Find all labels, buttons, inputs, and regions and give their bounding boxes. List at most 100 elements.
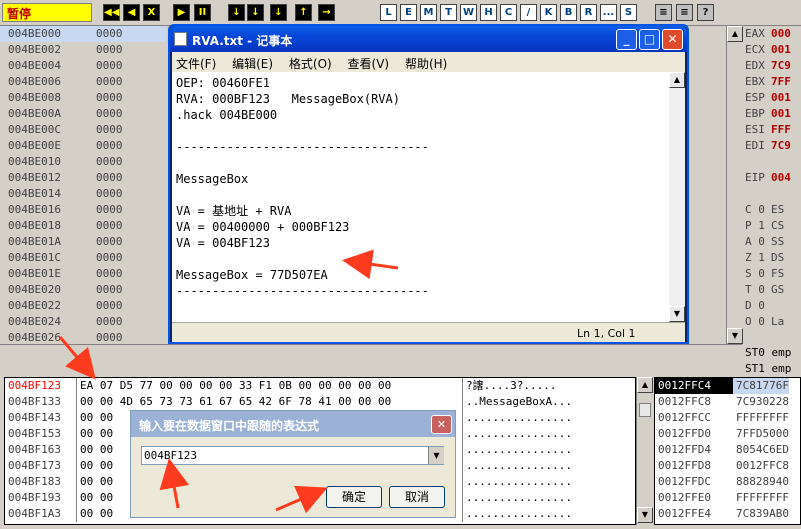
disasm-row[interactable]: 004BE00A 0000	[0, 106, 166, 122]
disasm-row[interactable]: 004BE01C 0000	[0, 250, 166, 266]
stack-row[interactable]: 0012FFC4 7C81776F	[655, 378, 800, 394]
toolbar-button[interactable]: ?	[697, 4, 714, 21]
disasm-row[interactable]: 004BE012 0000	[0, 170, 166, 186]
stack-row[interactable]: 0012FFC8 7C930228	[655, 394, 800, 410]
register-row[interactable]: Z 1 DS	[742, 250, 801, 266]
stack-row[interactable]: 0012FFDC 88828940	[655, 474, 800, 490]
toolbar-button[interactable]: L	[380, 4, 397, 21]
register-row[interactable]: ESP 001	[742, 90, 801, 106]
scroll-down-icon[interactable]: ▼	[669, 306, 685, 322]
stack-row[interactable]: 0012FFD0 7FFD5000	[655, 426, 800, 442]
expression-input[interactable]: 004BF123 ▼	[141, 446, 444, 465]
register-row[interactable]: ESI FFF	[742, 122, 801, 138]
toolbar-button[interactable]: X	[143, 4, 160, 21]
menu-view[interactable]: 查看(V)	[348, 57, 390, 71]
disasm-row[interactable]: 004BE006 0000	[0, 74, 166, 90]
register-row[interactable]: O 0 La	[742, 314, 801, 330]
disasm-row[interactable]: 004BE01A 0000	[0, 234, 166, 250]
toolbar-button[interactable]: →	[318, 4, 335, 21]
stack-row[interactable]: 0012FFE4 7C839AB0	[655, 506, 800, 522]
toolbar-button[interactable]: S	[620, 4, 637, 21]
disasm-row[interactable]: 004BE014 0000	[0, 186, 166, 202]
toolbar-button[interactable]: E	[400, 4, 417, 21]
register-row[interactable]: EBX 7FF	[742, 74, 801, 90]
menu-edit[interactable]: 编辑(E)	[232, 57, 273, 71]
stack-row[interactable]: 0012FFCC FFFFFFFF	[655, 410, 800, 426]
toolbar-button[interactable]: ↓	[228, 4, 245, 21]
register-row[interactable]: S 0 FS	[742, 266, 801, 282]
register-row[interactable]: C 0 ES	[742, 202, 801, 218]
register-row[interactable]: T 0 GS	[742, 282, 801, 298]
register-row[interactable]: ECX 001	[742, 42, 801, 58]
notepad-scrollbar[interactable]: ▲ ▼	[669, 72, 685, 322]
menu-format[interactable]: 格式(O)	[289, 57, 332, 71]
register-row[interactable]: P 1 CS	[742, 218, 801, 234]
stack-row[interactable]: 0012FFD8 0012FFC8	[655, 458, 800, 474]
disasm-row[interactable]: 004BE026 0000	[0, 330, 166, 344]
scroll-up-icon[interactable]: ▲	[637, 377, 653, 393]
toolbar-button[interactable]: ◀	[123, 4, 140, 21]
notepad-window[interactable]: RVA.txt - 记事本 _ □ ✕ 文件(F) 编辑(E) 格式(O) 查看…	[168, 24, 689, 344]
toolbar-button[interactable]: ↓	[247, 4, 264, 21]
register-row[interactable]: EDX 7C9	[742, 58, 801, 74]
register-row[interactable]: EAX 000	[742, 26, 801, 42]
register-pane[interactable]: EAX 000 ECX 001 EDX 7C9 EBX 7FF ESP 001 EBP 001 ESI F…	[742, 26, 801, 370]
disasm-row[interactable]: 004BE018 0000	[0, 218, 166, 234]
dump-row[interactable]: 004BF123 EA 07 D5 77 00 00 00 00 33 F1 0B…	[5, 378, 635, 394]
toolbar-button[interactable]: ↓	[270, 4, 287, 21]
toolbar-button[interactable]: ...	[600, 4, 617, 21]
scroll-down-icon[interactable]: ▼	[637, 507, 653, 523]
disasm-row[interactable]: 004BE002 0000	[0, 42, 166, 58]
toolbar-button[interactable]: ◀◀	[103, 4, 120, 21]
dump-scrollbar[interactable]: ▲ ▼	[636, 377, 653, 525]
toolbar-button[interactable]: T	[440, 4, 457, 21]
register-row[interactable]: EBP 001	[742, 106, 801, 122]
register-row[interactable]: EDI 7C9	[742, 138, 801, 154]
register-row[interactable]	[742, 330, 801, 346]
scroll-down-icon[interactable]: ▼	[727, 328, 743, 344]
toolbar-button[interactable]: ▶	[173, 4, 190, 21]
disasm-row[interactable]: 004BE000 0000	[0, 26, 166, 42]
register-row[interactable]: D 0	[742, 298, 801, 314]
ok-button[interactable]: 确定	[326, 486, 382, 508]
chevron-down-icon[interactable]: ▼	[428, 447, 444, 464]
maximize-icon[interactable]: □	[639, 29, 660, 50]
notepad-titlebar[interactable]: RVA.txt - 记事本	[170, 26, 687, 52]
disasm-row[interactable]: 004BE008 0000	[0, 90, 166, 106]
menu-help[interactable]: 帮助(H)	[405, 57, 447, 71]
scroll-up-icon[interactable]: ▲	[727, 26, 743, 42]
register-row[interactable]: A 0 SS	[742, 234, 801, 250]
register-scrollbar[interactable]: ▲ ▼	[726, 26, 743, 344]
toolbar-button[interactable]: ↑	[295, 4, 312, 21]
stack-row[interactable]: 0012FFE0 FFFFFFFF	[655, 490, 800, 506]
stack-row[interactable]: 0012FFD4 8054C6ED	[655, 442, 800, 458]
disasm-row[interactable]: 004BE00E 0000	[0, 138, 166, 154]
toolbar-button[interactable]: R	[580, 4, 597, 21]
toolbar-button[interactable]: C	[500, 4, 517, 21]
toolbar-button[interactable]: ≡	[676, 4, 693, 21]
toolbar-button[interactable]: H	[480, 4, 497, 21]
register-row[interactable]	[742, 154, 801, 170]
disasm-row[interactable]: 004BE01E 0000	[0, 266, 166, 282]
stack-pane[interactable]: 0012FFC4 7C81776F 0012FFC8 7C930228 0012FFCC…	[654, 377, 801, 525]
cancel-button[interactable]: 取消	[389, 486, 445, 508]
disasm-row[interactable]: 004BE016 0000	[0, 202, 166, 218]
scroll-up-icon[interactable]: ▲	[669, 72, 685, 88]
toolbar-button[interactable]: /	[520, 4, 537, 21]
toolbar-button[interactable]: ≡	[655, 4, 672, 21]
dump-row[interactable]: 004BF133 00 00 4D 65 73 73 61 67 65 42 6F…	[5, 394, 635, 410]
disasm-row[interactable]: 004BE022 0000	[0, 298, 166, 314]
toolbar-button[interactable]: B	[560, 4, 577, 21]
notepad-text-area[interactable]: OEP: 00460FE1 RVA: 000BF123 MessageBox(RV…	[172, 72, 669, 322]
scroll-thumb[interactable]	[639, 403, 651, 417]
toolbar-button[interactable]: W	[460, 4, 477, 21]
menu-file[interactable]: 文件(F)	[176, 57, 216, 71]
minimize-icon[interactable]: _	[616, 29, 637, 50]
toolbar-button[interactable]: II	[194, 4, 211, 21]
close-icon[interactable]: ✕	[662, 29, 683, 50]
disasm-row[interactable]: 004BE010 0000	[0, 154, 166, 170]
toolbar-button[interactable]: K	[540, 4, 557, 21]
disassembly-pane[interactable]: 004BE000 0000 004BE002 0000 004BE004 0000 004B…	[0, 26, 166, 344]
close-icon[interactable]: ✕	[431, 415, 452, 434]
disasm-row[interactable]: 004BE024 0000	[0, 314, 166, 330]
